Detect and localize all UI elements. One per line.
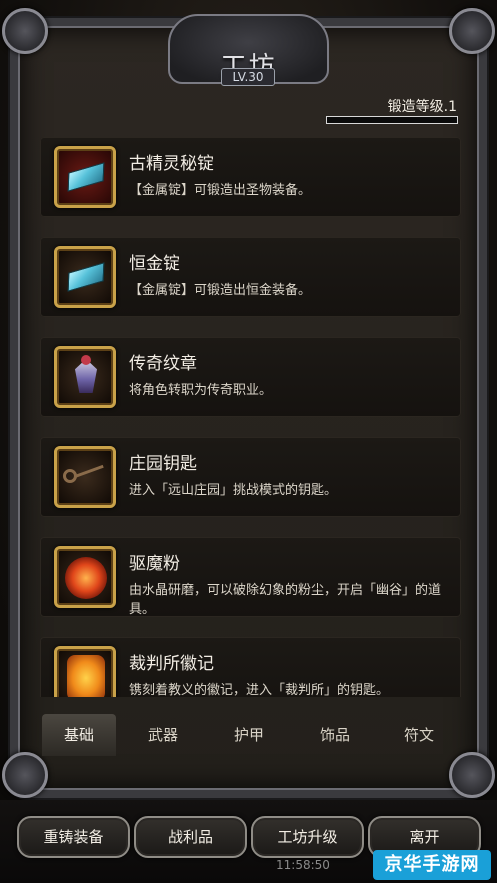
item-name: 传奇纹章 (129, 354, 197, 374)
reforge-button[interactable]: 重铸装备 (17, 816, 130, 858)
item-name: 裁判所徽记 (129, 654, 214, 674)
tab-armor[interactable]: 护甲 (212, 714, 286, 756)
item-description: 进入「远山庄园」挑战模式的钥匙。 (129, 483, 338, 498)
tab-basic[interactable]: 基础 (42, 714, 116, 756)
item-description: 【金属锭】可锻造出恒金装备。 (129, 283, 312, 298)
forge-progress-bar (326, 116, 458, 124)
status-clock: 11:58:50 (276, 858, 330, 872)
inquisition-emblem-icon (54, 646, 116, 697)
item-description: 将角色转职为传奇职业。 (129, 383, 273, 398)
list-item[interactable]: 裁判所徽记 镌刻着教义的徽记，进入「裁判所」的钥匙。 (40, 637, 461, 697)
list-item[interactable]: 古精灵秘锭 【金属锭】可锻造出圣物装备。 (40, 137, 461, 217)
item-name: 驱魔粉 (129, 554, 180, 574)
tab-accessories[interactable]: 饰品 (298, 714, 372, 756)
tab-runes[interactable]: 符文 (382, 714, 456, 756)
workshop-level-badge: LV.30 (221, 68, 275, 86)
list-item[interactable]: 驱魔粉 由水晶研磨，可以破除幻象的粉尘，开启「幽谷」的道具。 (40, 537, 461, 617)
category-tabs: 基础 武器 护甲 饰品 符文 (40, 714, 461, 758)
item-description: 由水晶研磨，可以破除幻象的粉尘，开启「幽谷」的道具。 (129, 583, 442, 617)
recipe-list[interactable]: 古精灵秘锭 【金属锭】可锻造出圣物装备。 恒金锭 【金属锭】可锻造出恒金装备。 … (40, 137, 461, 697)
list-item[interactable]: 传奇纹章 将角色转职为传奇职业。 (40, 337, 461, 417)
workshop-upgrade-button[interactable]: 工坊升级 (251, 816, 364, 858)
frame-ornament-icon (449, 8, 495, 54)
frame-ornament-icon (2, 752, 48, 798)
item-description: 镌刻着教义的徽记，进入「裁判所」的钥匙。 (129, 683, 390, 697)
manor-key-icon (54, 446, 116, 508)
legendary-emblem-icon (54, 346, 116, 408)
list-item[interactable]: 庄园钥匙 进入「远山庄园」挑战模式的钥匙。 (40, 437, 461, 517)
frame-ornament-icon (449, 752, 495, 798)
site-watermark: 京华手游网 (373, 850, 491, 880)
tab-weapons[interactable]: 武器 (126, 714, 200, 756)
loot-button[interactable]: 战利品 (134, 816, 247, 858)
frame-ornament-icon (2, 8, 48, 54)
eternal-gold-ingot-icon (54, 246, 116, 308)
list-item[interactable]: 恒金锭 【金属锭】可锻造出恒金装备。 (40, 237, 461, 317)
item-name: 庄园钥匙 (129, 454, 197, 474)
ancient-elf-ingot-icon (54, 146, 116, 208)
forge-level-label: 锻造等级.1 (387, 99, 457, 115)
item-name: 古精灵秘锭 (129, 154, 214, 174)
item-description: 【金属锭】可锻造出圣物装备。 (129, 183, 312, 198)
exorcism-powder-icon (54, 546, 116, 608)
item-name: 恒金锭 (129, 254, 180, 274)
